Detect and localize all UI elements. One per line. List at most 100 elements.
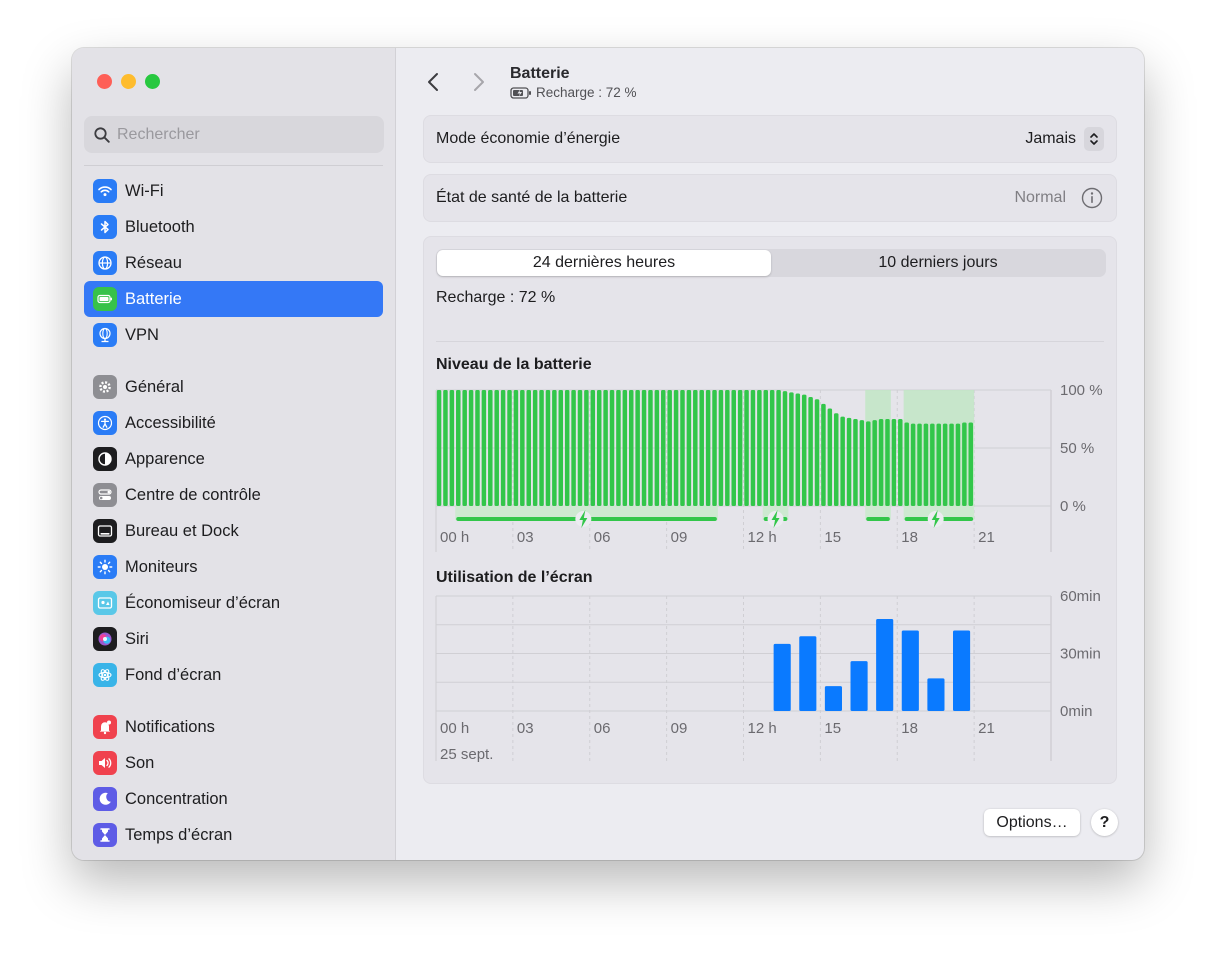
battery-bar xyxy=(564,390,570,506)
screen-x-tick: 06 xyxy=(594,720,611,737)
zoom-window-button[interactable] xyxy=(145,74,160,89)
battery-bar xyxy=(628,390,634,506)
sidebar-item-concentration[interactable]: Concentration xyxy=(84,781,383,817)
battery-bar xyxy=(782,391,788,506)
sidebar-group: Général Accessibilité Apparence Centre de c… xyxy=(84,369,383,693)
minimize-window-button[interactable] xyxy=(121,74,136,89)
sidebar-item-label: Fond d’écran xyxy=(125,665,222,684)
sidebar-item-son[interactable]: Son xyxy=(84,745,383,781)
siri-icon xyxy=(93,627,117,651)
sidebar-item-notifications[interactable]: Notifications xyxy=(84,709,383,745)
speaker-icon xyxy=(93,751,117,775)
battery-bar xyxy=(449,390,455,506)
screen-x-tick: 03 xyxy=(517,720,534,737)
sidebar-item-centre-de-controle[interactable]: Centre de contrôle xyxy=(84,477,383,513)
screen-x-tick: 15 xyxy=(824,720,841,737)
screensaver-icon xyxy=(93,591,117,615)
battery-bar xyxy=(603,390,608,506)
screen-usage-bar xyxy=(927,678,945,711)
screen-usage-bar xyxy=(901,630,919,711)
sidebar-item-moniteurs[interactable]: Moniteurs xyxy=(84,549,383,585)
sidebar-item-fond-d-ecran[interactable]: Fond d’écran xyxy=(84,657,383,693)
sidebar-group: Wi-Fi Bluetooth Réseau Batterie VPN xyxy=(84,173,383,353)
battery-bar xyxy=(622,390,628,506)
sidebar-item-bluetooth[interactable]: Bluetooth xyxy=(84,209,383,245)
battery-bar xyxy=(757,390,762,506)
battery-bar xyxy=(513,390,519,506)
battery-level-chart: 00 h 03 06 09 12 h 15 18 21 100 % 50 % 0 % xyxy=(424,377,1118,557)
battery-bar xyxy=(744,390,749,506)
battery-bar xyxy=(526,390,531,506)
tab-24-hours[interactable]: 24 dernières heures xyxy=(437,250,771,276)
battery-bar xyxy=(488,390,493,506)
battery-bar xyxy=(737,390,743,506)
battery-bar xyxy=(673,390,679,506)
battery-bar xyxy=(456,390,461,506)
sidebar-item-label: Économiseur d’écran xyxy=(125,593,280,612)
battery-bar xyxy=(596,390,602,506)
sidebar-nav: Wi-Fi Bluetooth Réseau Batterie VPN Général Ac… xyxy=(84,173,383,860)
hourglass-icon xyxy=(93,823,117,847)
sidebar-item-vpn[interactable]: VPN xyxy=(84,317,383,353)
battery-bar xyxy=(776,390,781,506)
battery-bar xyxy=(962,422,967,506)
battery-health-value: Normal xyxy=(1014,189,1066,206)
battery-bar xyxy=(750,390,756,506)
options-button[interactable]: Options… xyxy=(984,809,1080,836)
battery-health-label: État de santé de la batterie xyxy=(436,189,628,206)
window-controls xyxy=(97,74,160,89)
help-button[interactable]: ? xyxy=(1091,809,1118,836)
battery-bar xyxy=(532,390,538,506)
battery-bar xyxy=(814,399,820,506)
battery-bar xyxy=(462,390,467,506)
screen-x-tick: 09 xyxy=(671,720,688,737)
sidebar-item-label: Centre de contrôle xyxy=(125,485,261,504)
battery-bar xyxy=(545,390,551,506)
sidebar-item-general[interactable]: Général xyxy=(84,369,383,405)
close-window-button[interactable] xyxy=(97,74,112,89)
battery-bar xyxy=(584,390,589,506)
screen-usage-bar xyxy=(850,661,868,711)
search-input[interactable] xyxy=(117,125,367,144)
sidebar-item-label: Notifications xyxy=(125,717,215,736)
search-field[interactable] xyxy=(84,116,384,153)
battery-bar xyxy=(475,390,480,506)
sidebar-item-accessibilite[interactable]: Accessibilité xyxy=(84,405,383,441)
screen-y-tick: 0min xyxy=(1060,703,1093,720)
battery-bar xyxy=(635,390,640,506)
sidebar-item-bureau-et-dock[interactable]: Bureau et Dock xyxy=(84,513,383,549)
tab-10-days[interactable]: 10 derniers jours xyxy=(771,250,1105,276)
screen-x-tick: 18 xyxy=(901,720,918,737)
battery-bar xyxy=(808,396,813,506)
battery-bar xyxy=(955,423,961,506)
battery-bar xyxy=(795,393,801,506)
forward-button[interactable] xyxy=(467,70,491,94)
sidebar-item-reseau[interactable]: Réseau xyxy=(84,245,383,281)
vpn-globe-icon xyxy=(93,323,117,347)
battery-bar xyxy=(654,390,660,506)
bell-icon xyxy=(93,715,117,739)
sun-icon xyxy=(93,555,117,579)
back-button[interactable] xyxy=(421,70,445,94)
sidebar-item-label: Accessibilité xyxy=(125,413,216,432)
battery-x-tick: 00 h xyxy=(440,529,469,546)
battery-bar xyxy=(718,390,724,506)
sidebar-item-label: Bluetooth xyxy=(125,217,195,236)
recharge-status: Recharge : 72 % xyxy=(436,289,556,306)
sidebar-item-economiseur-d-ecran[interactable]: Économiseur d’écran xyxy=(84,585,383,621)
dock-icon xyxy=(93,519,117,543)
sidebar-item-wi-fi[interactable]: Wi-Fi xyxy=(84,173,383,209)
low-power-popup[interactable]: Jamais xyxy=(1025,127,1104,151)
sidebar-item-batterie[interactable]: Batterie xyxy=(84,281,383,317)
sidebar-item-temps-d-ecran[interactable]: Temps d’écran xyxy=(84,817,383,853)
battery-bar xyxy=(590,390,596,506)
battery-bar xyxy=(577,390,583,506)
sidebar-item-apparence[interactable]: Apparence xyxy=(84,441,383,477)
moon-icon xyxy=(93,787,117,811)
info-icon[interactable] xyxy=(1080,186,1104,210)
sidebar-item-label: Siri xyxy=(125,629,149,648)
sidebar-item-siri[interactable]: Siri xyxy=(84,621,383,657)
battery-bar xyxy=(693,390,698,506)
battery-chart-title: Niveau de la batterie xyxy=(436,356,592,373)
date-label: 25 sept. xyxy=(440,746,493,763)
